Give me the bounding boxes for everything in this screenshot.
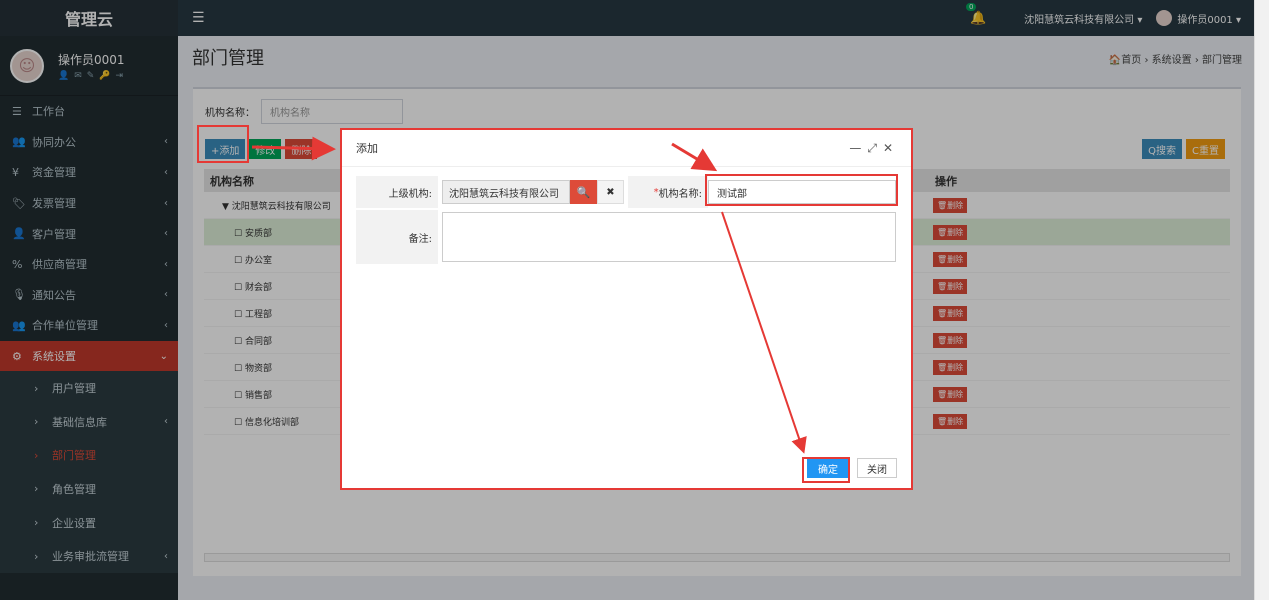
vertical-scrollbar[interactable] xyxy=(1254,0,1269,600)
arrow-to-confirm xyxy=(721,211,807,454)
arrow-to-name-input xyxy=(671,142,718,172)
arrow-to-dialog xyxy=(251,136,336,161)
annotation-arrows xyxy=(251,136,807,454)
